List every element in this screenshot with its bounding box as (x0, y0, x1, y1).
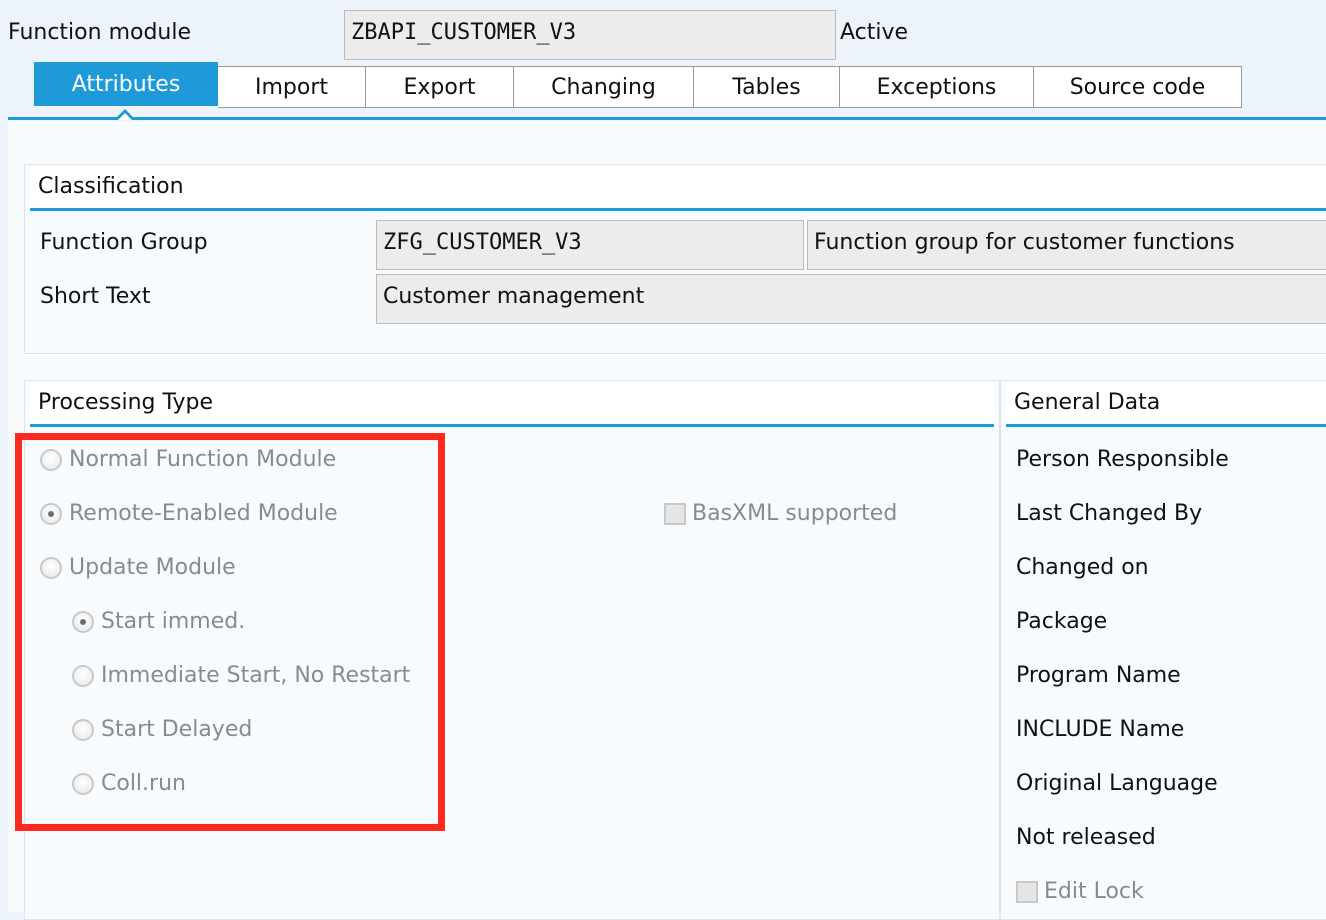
last-changed-by-label: Last Changed By (1016, 501, 1203, 526)
tab-tables[interactable]: Tables (694, 66, 840, 108)
function-group-description: Function group for customer functions (807, 220, 1326, 270)
original-language-label: Original Language (1016, 771, 1218, 796)
tab-attributes[interactable]: Attributes (34, 62, 218, 120)
package-label: Package (1016, 609, 1108, 634)
person-responsible-label: Person Responsible (1016, 447, 1229, 472)
checkbox-icon (664, 502, 686, 525)
include-name-label: INCLUDE Name (1016, 717, 1185, 742)
short-text-field[interactable]: Customer management (376, 274, 1326, 324)
changed-on-label: Changed on (1016, 555, 1149, 580)
tab-underline (8, 117, 1326, 120)
basxml-supported-checkbox[interactable]: BasXML supported (664, 501, 897, 526)
tab-changing[interactable]: Changing (514, 66, 694, 108)
highlight-annotation-box (15, 433, 445, 831)
tab-import[interactable]: Import (218, 66, 366, 108)
status-label: Active (840, 20, 909, 45)
object-type-label: Function module (8, 20, 192, 45)
tab-source-code[interactable]: Source code (1034, 66, 1242, 108)
release-status-label: Not released (1016, 825, 1156, 850)
tab-strip: Attributes Import Export Changing Tables… (34, 62, 1242, 120)
checkbox-icon (1016, 880, 1038, 903)
general-data-title: General Data (1014, 390, 1161, 415)
function-module-name-field[interactable]: ZBAPI_CUSTOMER_V3 (344, 10, 836, 60)
processing-type-title: Processing Type (38, 390, 214, 415)
tab-exceptions[interactable]: Exceptions (840, 66, 1034, 108)
edit-lock-checkbox[interactable]: Edit Lock (1016, 879, 1144, 904)
program-name-label: Program Name (1016, 663, 1181, 688)
short-text-label: Short Text (40, 284, 151, 309)
tab-export[interactable]: Export (366, 66, 514, 108)
classification-title: Classification (38, 174, 184, 199)
function-group-label: Function Group (40, 230, 208, 255)
function-group-field[interactable]: ZFG_CUSTOMER_V3 (376, 220, 804, 270)
